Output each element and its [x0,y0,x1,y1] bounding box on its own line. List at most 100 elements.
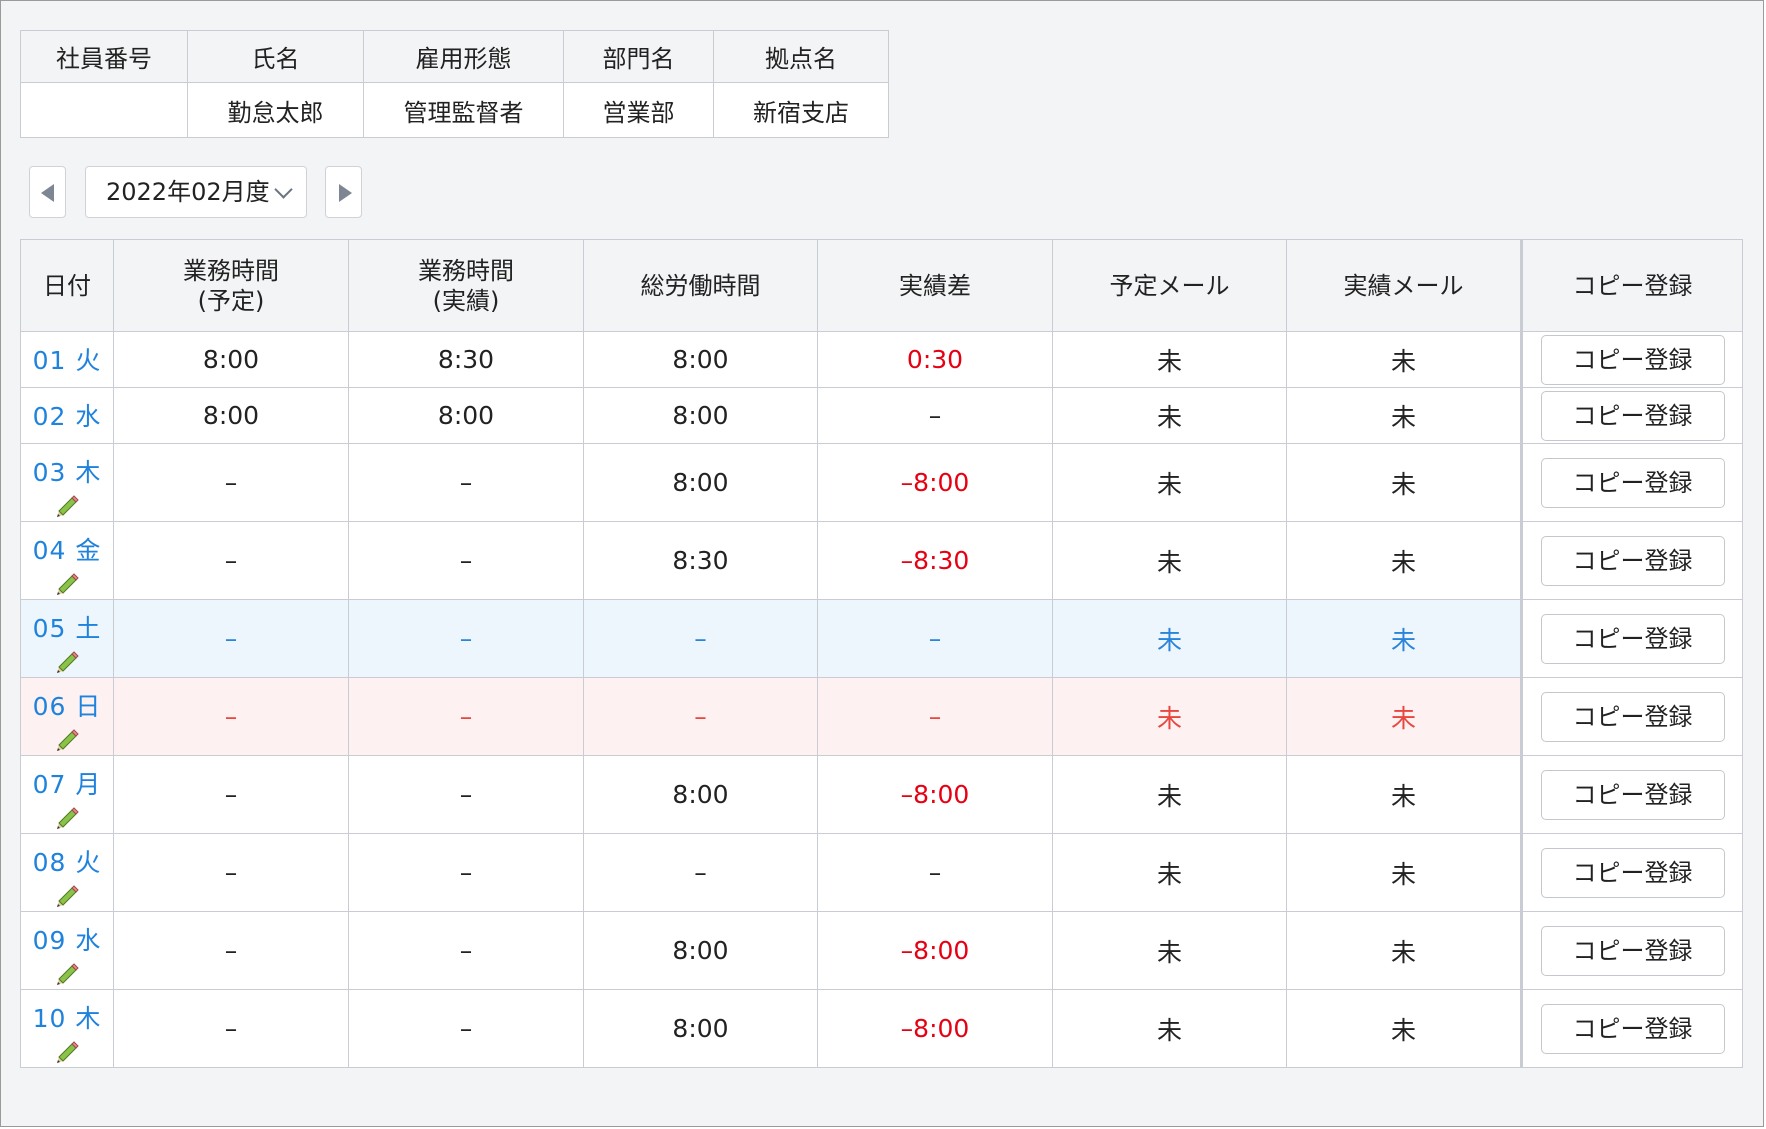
date-header: 日付 [20,239,114,332]
copy-register-cell: コピー登録 [1520,833,1743,912]
next-month-button[interactable] [325,166,362,218]
planned-hours-cell: – [113,677,349,756]
attendance-row: 06 日 – – – – 未未コピー登録 [20,677,1743,756]
copy-register-button[interactable]: コピー登録 [1540,925,1725,976]
actual-hours-header-line2: (実績) [432,286,500,315]
date-link[interactable]: 03 木 [21,453,113,489]
plan-mail-header: 予定メール [1052,239,1287,332]
date-link[interactable]: 10 木 [21,999,113,1035]
pencil-icon[interactable] [53,727,81,755]
copy-register-button[interactable]: コピー登録 [1540,1003,1725,1054]
total-hours-cell: 8:00 [583,443,818,522]
actual-hours-cell: – [348,989,584,1068]
actual-mail-cell: 未 [1286,833,1522,912]
total-hours-cell: – [583,677,818,756]
copy-register-button[interactable]: コピー登録 [1540,457,1725,508]
copy-register-button[interactable]: コピー登録 [1540,613,1725,664]
attendance-row: 03 木 – –8:00 –8:00 未未コピー登録 [20,443,1743,522]
planned-hours-cell: – [113,989,349,1068]
copy-register-button[interactable]: コピー登録 [1540,769,1725,820]
copy-register-cell: コピー登録 [1520,677,1743,756]
actual-hours-cell: – [348,755,584,834]
copy-register-cell: コピー登録 [1520,387,1743,444]
planned-hours-header-line1: 業務時間 [183,256,279,285]
actual-hours-cell: 8:30 [348,331,584,388]
attendance-row: 02 水 8:00 8:00 8:00– 未未コピー登録 [20,387,1743,444]
actual-mail-cell: 未 [1286,331,1522,388]
planned-hours-cell: – [113,755,349,834]
actual-mail-cell: 未 [1286,387,1522,444]
total-hours-cell: 8:30 [583,521,818,600]
date-link[interactable]: 05 土 [21,609,113,645]
branch-value: 新宿支店 [713,82,889,138]
attendance-row: 05 土 – – – – 未未コピー登録 [20,599,1743,678]
date-link[interactable]: 06 日 [21,687,113,723]
date-cell: 01 火 [20,331,114,388]
date-link[interactable]: 01 火 [21,341,113,377]
date-link[interactable]: 09 水 [21,921,113,957]
attendance-header-row: 日付 業務時間 (予定) 業務時間 (実績) 総労働時間 実績差 予定メール 実績メ… [20,239,1743,332]
diff-cell: – [817,599,1053,678]
diff-cell: – [817,387,1053,444]
copy-register-button[interactable]: コピー登録 [1540,535,1725,586]
date-link[interactable]: 08 火 [21,843,113,879]
total-hours-cell: 8:00 [583,755,818,834]
pencil-icon[interactable] [53,571,81,599]
actual-hours-cell: – [348,599,584,678]
copy-register-button[interactable]: コピー登録 [1540,847,1725,898]
date-cell: 02 水 [20,387,114,444]
copy-register-cell: コピー登録 [1520,599,1743,678]
date-cell: 04 金 [20,521,114,600]
date-link[interactable]: 07 月 [21,765,113,801]
pencil-icon[interactable] [53,649,81,677]
attendance-row: 08 火 – – – – 未未コピー登録 [20,833,1743,912]
employee-name-value: 勤怠太郎 [187,82,364,138]
pencil-icon[interactable] [53,1039,81,1067]
total-hours-cell: – [583,833,818,912]
copy-register-header: コピー登録 [1520,239,1743,332]
plan-mail-cell: 未 [1052,331,1287,388]
date-link[interactable]: 04 金 [21,531,113,567]
pencil-icon[interactable] [53,805,81,833]
prev-month-button[interactable] [29,166,66,218]
plan-mail-cell: 未 [1052,387,1287,444]
actual-hours-cell: – [348,521,584,600]
date-link[interactable]: 02 水 [21,397,113,433]
plan-mail-cell: 未 [1052,911,1287,990]
plan-mail-cell: 未 [1052,989,1287,1068]
chevron-down-icon [274,180,293,199]
planned-hours-cell: 8:00 [113,387,349,444]
attendance-row: 07 月 – –8:00 –8:00 未未コピー登録 [20,755,1743,834]
diff-cell: 0:30 [817,331,1053,388]
planned-hours-header: 業務時間 (予定) [113,239,349,332]
actual-mail-header: 実績メール [1286,239,1522,332]
diff-cell: –8:00 [817,911,1053,990]
pencil-icon[interactable] [53,961,81,989]
plan-mail-cell: 未 [1052,443,1287,522]
total-hours-cell: 8:00 [583,331,818,388]
employment-type-header: 雇用形態 [363,30,564,83]
triangle-right-icon [339,184,352,202]
month-select[interactable]: 2022年02月度 [85,166,307,218]
triangle-left-icon [41,184,54,202]
diff-cell: –8:00 [817,989,1053,1068]
copy-register-button[interactable]: コピー登録 [1540,390,1725,441]
actual-mail-cell: 未 [1286,677,1522,756]
pencil-icon[interactable] [53,883,81,911]
copy-register-button[interactable]: コピー登録 [1540,334,1725,385]
plan-mail-cell: 未 [1052,677,1287,756]
diff-cell: –8:00 [817,755,1053,834]
copy-register-cell: コピー登録 [1520,331,1743,388]
planned-hours-cell: – [113,443,349,522]
attendance-table: 日付 業務時間 (予定) 業務時間 (実績) 総労働時間 実績差 予定メール 実績メ… [20,239,1743,1068]
planned-hours-cell: – [113,833,349,912]
date-cell: 06 日 [20,677,114,756]
date-cell: 09 水 [20,911,114,990]
copy-register-button[interactable]: コピー登録 [1540,691,1725,742]
copy-register-cell: コピー登録 [1520,521,1743,600]
employee-number-header: 社員番号 [20,30,188,83]
attendance-row: 09 水 – –8:00 –8:00 未未コピー登録 [20,911,1743,990]
plan-mail-cell: 未 [1052,755,1287,834]
attendance-rows: 01 火 8:00 8:30 8:00 0:30 未未コピー登録 02 水 8:00 8:00 8… [20,331,1743,1068]
pencil-icon[interactable] [53,493,81,521]
